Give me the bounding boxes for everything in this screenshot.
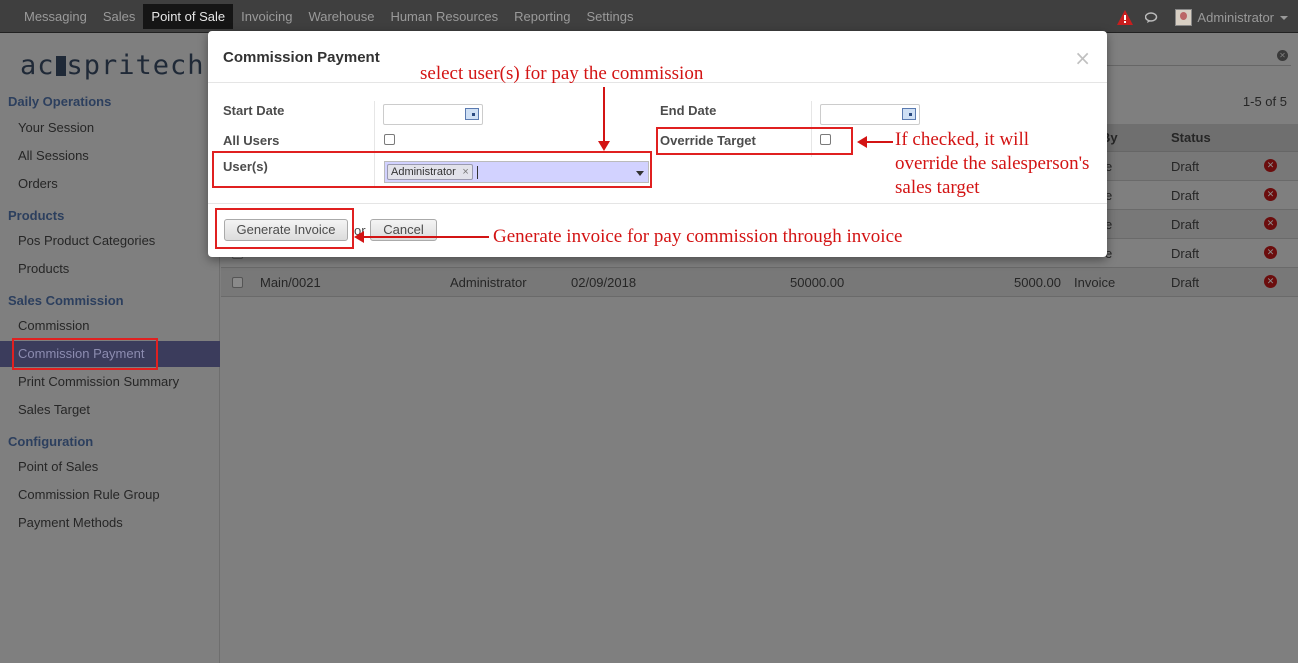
sidebar-item-payment-methods[interactable]: Payment Methods bbox=[0, 510, 220, 536]
arrow-line bbox=[363, 236, 489, 238]
arrow-head-icon bbox=[857, 136, 867, 148]
chevron-down-icon[interactable] bbox=[1280, 15, 1288, 20]
sidebar-item-point-of-sales[interactable]: Point of Sales bbox=[0, 454, 220, 480]
cell-status: Draft bbox=[1171, 217, 1200, 232]
start-date-label: Start Date bbox=[223, 103, 285, 118]
delete-icon[interactable]: ✕ bbox=[1264, 217, 1277, 230]
pager: 1-5 of 5 bbox=[1242, 94, 1287, 109]
annotation-override-1: If checked, it will bbox=[895, 129, 1030, 150]
cell-date: 02/09/2018 bbox=[571, 275, 637, 290]
menu-point-of-sale[interactable]: Point of Sale bbox=[143, 4, 234, 29]
end-date-field[interactable] bbox=[820, 104, 920, 125]
sidebar-item-pos-product-categories[interactable]: Pos Product Categories bbox=[0, 228, 220, 254]
warning-icon[interactable] bbox=[1117, 9, 1134, 26]
annotation-generate: Generate invoice for pay commission thro… bbox=[493, 226, 903, 247]
cell-user: Administrator bbox=[450, 275, 527, 290]
sidebar-item-commission-rule-group[interactable]: Commission Rule Group bbox=[0, 482, 220, 508]
top-navbar: Messaging Sales Point of Sale Invoicing … bbox=[0, 0, 1298, 33]
row-checkbox[interactable] bbox=[232, 277, 243, 288]
cell-status: Draft bbox=[1171, 275, 1200, 290]
cell-status: Draft bbox=[1171, 246, 1200, 261]
sidebar-section-products: Products bbox=[8, 208, 65, 223]
menu-settings[interactable]: Settings bbox=[578, 4, 641, 29]
menu-reporting[interactable]: Reporting bbox=[506, 4, 578, 29]
menu-messaging[interactable]: Messaging bbox=[16, 4, 95, 29]
sidebar-item-orders[interactable]: Orders bbox=[0, 171, 220, 197]
end-date-label: End Date bbox=[660, 103, 717, 118]
cell-by: Invoice bbox=[1074, 275, 1116, 290]
delete-icon[interactable]: ✕ bbox=[1264, 188, 1277, 201]
delete-icon[interactable]: ✕ bbox=[1264, 275, 1277, 288]
annotation-override-3: sales target bbox=[895, 177, 980, 198]
highlight-box-generate-invoice bbox=[215, 208, 354, 249]
cell-commission: 5000.00 bbox=[1014, 275, 1061, 290]
avatar[interactable] bbox=[1175, 9, 1193, 26]
table-row[interactable]: Main/0021 Administrator 02/09/2018 50000… bbox=[221, 268, 1298, 297]
cell-status: Draft bbox=[1171, 159, 1200, 174]
menu-invoicing[interactable]: Invoicing bbox=[233, 4, 300, 29]
chat-icon[interactable] bbox=[1145, 11, 1159, 24]
delete-icon[interactable]: ✕ bbox=[1264, 246, 1277, 259]
sidebar-section-daily-operations: Daily Operations bbox=[8, 94, 112, 109]
sidebar-item-print-commission-summary[interactable]: Print Commission Summary bbox=[0, 369, 220, 395]
arrow-line bbox=[866, 141, 893, 143]
menu-human-resources[interactable]: Human Resources bbox=[382, 4, 506, 29]
sidebar-item-all-sessions[interactable]: All Sessions bbox=[0, 143, 220, 169]
menu-sales[interactable]: Sales bbox=[95, 4, 144, 29]
annotation-select-users: select user(s) for pay the commission bbox=[420, 63, 704, 84]
calendar-icon[interactable] bbox=[902, 108, 916, 120]
arrow-head-icon bbox=[598, 141, 610, 151]
menu-warehouse[interactable]: Warehouse bbox=[300, 4, 382, 29]
annotation-override-2: override the salesperson's bbox=[895, 153, 1090, 174]
highlight-box-override-target bbox=[656, 127, 853, 155]
cell-amount: 50000.00 bbox=[790, 275, 845, 290]
close-icon[interactable]: × bbox=[1074, 46, 1091, 70]
cell-status: Draft bbox=[1171, 188, 1200, 203]
column-header-status[interactable]: Status bbox=[1171, 130, 1211, 145]
sidebar-section-configuration: Configuration bbox=[8, 434, 94, 449]
sidebar-item-sales-target[interactable]: Sales Target bbox=[0, 397, 220, 423]
all-users-checkbox[interactable] bbox=[384, 134, 395, 145]
cell-name: Main/0021 bbox=[260, 275, 321, 290]
calendar-icon[interactable] bbox=[465, 108, 479, 120]
highlight-box-commission-payment bbox=[12, 338, 158, 370]
dialog-footer-divider bbox=[208, 203, 1107, 204]
sidebar-item-your-session[interactable]: Your Session bbox=[0, 115, 220, 141]
arrow-line bbox=[603, 87, 605, 145]
sidebar-item-products[interactable]: Products bbox=[0, 256, 220, 282]
clear-search-icon[interactable]: ✕ bbox=[1277, 50, 1288, 61]
sidebar-section-sales-commission: Sales Commission bbox=[8, 293, 124, 308]
sidebar-item-commission[interactable]: Commission bbox=[0, 313, 220, 339]
dialog-title: Commission Payment bbox=[223, 49, 380, 66]
arrow-head-icon bbox=[354, 231, 364, 243]
start-date-field[interactable] bbox=[383, 104, 483, 125]
main-menu: Messaging Sales Point of Sale Invoicing … bbox=[16, 4, 641, 29]
all-users-label: All Users bbox=[223, 133, 280, 148]
delete-icon[interactable]: ✕ bbox=[1264, 159, 1277, 172]
highlight-box-users bbox=[212, 151, 652, 188]
user-menu[interactable]: Administrator bbox=[1197, 10, 1274, 25]
company-logo: ac spritech bbox=[20, 50, 205, 81]
